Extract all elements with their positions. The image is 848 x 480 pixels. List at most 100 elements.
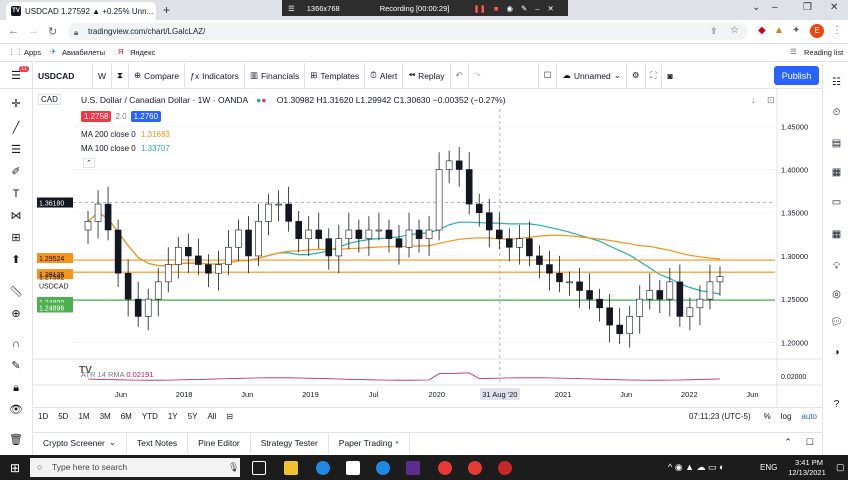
zoom-in-icon[interactable]: ⊕ bbox=[8, 307, 24, 321]
range-6m[interactable]: 6M bbox=[116, 412, 137, 421]
lock-drawings-icon[interactable]: 🔒︎ bbox=[8, 381, 24, 395]
data-window-icon[interactable]: ▤ bbox=[830, 138, 843, 150]
range-3m[interactable]: 3M bbox=[95, 412, 116, 421]
chat-icon[interactable]: 💬︎ bbox=[830, 317, 843, 329]
sell-button[interactable]: 1.2758 bbox=[81, 111, 112, 122]
kebab-menu-icon[interactable]: ⋮ bbox=[832, 25, 842, 36]
date-range-icon[interactable]: ⊟ bbox=[221, 412, 238, 421]
close-window-icon[interactable]: ✕ bbox=[830, 2, 838, 13]
back-icon[interactable]: ← bbox=[8, 25, 19, 37]
chrome-icon[interactable] bbox=[438, 461, 452, 475]
restore-icon[interactable]: ❐ bbox=[803, 2, 812, 13]
snapshot-button[interactable]: ◙ bbox=[662, 63, 677, 89]
trash-icon[interactable]: 🗑︎ bbox=[8, 433, 24, 447]
clock-date[interactable]: 12/13/2021 bbox=[782, 468, 832, 477]
compare-button[interactable]: ⊕ Compare bbox=[129, 62, 186, 89]
templates-button[interactable]: ⊞ Templates bbox=[305, 62, 366, 89]
news-icon[interactable]: ▦ bbox=[830, 167, 843, 179]
percent-toggle[interactable]: % bbox=[759, 412, 776, 421]
edge-icon[interactable] bbox=[316, 461, 330, 475]
tab-paper-trading[interactable]: Paper Trading ● bbox=[329, 432, 410, 453]
magnet-icon[interactable]: ∩ bbox=[8, 337, 24, 351]
indicators-button[interactable]: ƒx Indicators bbox=[185, 62, 245, 89]
tab-text-notes[interactable]: Text Notes bbox=[127, 432, 189, 453]
settings-button[interactable]: ⚙ bbox=[627, 62, 646, 89]
close-recorder-icon[interactable]: ✕ bbox=[547, 4, 553, 13]
symbol-search[interactable]: USDCAD bbox=[33, 62, 93, 89]
language-indicator[interactable]: ENG bbox=[760, 463, 777, 472]
pencil-lock-icon[interactable]: ✎ bbox=[8, 359, 24, 373]
recorder-app-icon[interactable] bbox=[498, 461, 512, 475]
alert-button[interactable]: ⏰︎ Alert bbox=[365, 62, 404, 89]
range-5d[interactable]: 5D bbox=[53, 412, 73, 421]
scroll-down-icon[interactable]: ↓ bbox=[751, 95, 756, 105]
tab-pine-editor[interactable]: Pine Editor bbox=[188, 432, 251, 453]
streams-icon[interactable]: ◎ bbox=[830, 289, 843, 301]
minimize-icon[interactable]: – bbox=[772, 2, 778, 13]
windows-start-icon[interactable]: ⊞ bbox=[10, 461, 20, 475]
tab-strategy-tester[interactable]: Strategy Tester bbox=[251, 432, 329, 453]
bookmark-star-icon[interactable]: ☆ bbox=[730, 25, 739, 36]
layout-name-button[interactable]: ☁ Unnamed ⌄ bbox=[557, 62, 627, 89]
metamask-icon[interactable]: ▲ bbox=[774, 25, 784, 36]
lock-icon[interactable]: 🔒︎ bbox=[74, 28, 78, 38]
share-icon[interactable]: ⇪ bbox=[710, 26, 718, 37]
maximize-panel-icon[interactable]: ☐ bbox=[806, 437, 814, 448]
chart-type-button[interactable]: ⧗ bbox=[112, 62, 129, 89]
alerts-clock-icon[interactable]: ⏲ bbox=[830, 107, 843, 119]
pause-icon[interactable]: ❚❚ bbox=[473, 4, 486, 13]
stop-icon[interactable]: ■ bbox=[494, 4, 499, 13]
range-1y[interactable]: 1Y bbox=[163, 412, 183, 421]
calendar-icon[interactable]: ▦ bbox=[830, 229, 843, 241]
main-menu-button[interactable]: ☰ 11 bbox=[0, 62, 33, 89]
range-5y[interactable]: 5Y bbox=[183, 412, 203, 421]
currency-selector[interactable]: CAD bbox=[38, 94, 61, 105]
reload-icon[interactable]: ↻ bbox=[48, 25, 57, 38]
taskbar-search[interactable]: Type here to search bbox=[30, 458, 240, 477]
lightbulb-icon[interactable]: 💡︎ bbox=[830, 261, 843, 273]
bookmark-aviabilety[interactable]: Авиабилеты bbox=[62, 48, 105, 57]
bookmark-yandex[interactable]: Яндекс bbox=[130, 48, 155, 57]
notifications-icon[interactable]: ◑ bbox=[830, 347, 843, 359]
task-view-icon[interactable] bbox=[252, 461, 266, 475]
profile-avatar[interactable]: E bbox=[810, 24, 824, 38]
browser-tab[interactable]: TV USDCAD 1.27592 ▲ +0.25% Unn... ✕ bbox=[6, 2, 156, 20]
clock-time-taskbar[interactable]: 3:41 PM bbox=[789, 458, 829, 467]
notifications-center-icon[interactable]: ▢ bbox=[836, 462, 845, 473]
file-explorer-icon[interactable] bbox=[284, 461, 298, 475]
brush-icon[interactable]: ✐ bbox=[8, 165, 24, 179]
range-1m[interactable]: 1M bbox=[73, 412, 94, 421]
camera-icon[interactable]: ◉ bbox=[506, 4, 513, 13]
media-player-icon[interactable] bbox=[406, 461, 420, 475]
tab-crypto-screener[interactable]: Crypto Screener ⌄ bbox=[33, 432, 128, 453]
pattern-icon[interactable]: ⋈ bbox=[8, 209, 24, 223]
range-all[interactable]: All bbox=[202, 412, 221, 421]
text-tool-icon[interactable]: T bbox=[8, 187, 24, 201]
chart-pane[interactable]: 1.45000 1.40000 1.35000 1.30000 1.25000 1.200… bbox=[33, 89, 822, 407]
store-icon[interactable] bbox=[346, 461, 360, 475]
puzzle-icon[interactable]: ✦ bbox=[792, 25, 800, 36]
auto-toggle[interactable]: auto bbox=[796, 412, 822, 421]
horizontal-lines-icon[interactable]: ☰ bbox=[8, 143, 24, 157]
undo-button[interactable]: ↶ bbox=[451, 62, 469, 89]
publish-button[interactable]: Publish bbox=[774, 66, 819, 85]
bookmark-apps[interactable]: Apps bbox=[24, 48, 41, 57]
microphone-icon[interactable]: 🎙︎ bbox=[228, 462, 239, 473]
pen-icon[interactable]: ✎ bbox=[521, 4, 527, 13]
maximize-pane-icon[interactable]: ⊡ bbox=[767, 95, 775, 106]
reading-list[interactable]: Reading list bbox=[804, 48, 843, 57]
range-1d[interactable]: 1D bbox=[33, 412, 53, 421]
redo-button[interactable]: ↷ bbox=[469, 63, 486, 89]
edge-new-icon[interactable] bbox=[376, 461, 390, 475]
financials-button[interactable]: ▥ Financials bbox=[245, 62, 306, 89]
replay-button[interactable]: ⏪︎ Replay bbox=[403, 62, 451, 89]
arrow-up-icon[interactable]: ⬆ bbox=[8, 253, 24, 267]
ma100-legend[interactable]: MA 100 close 0 1.33707 bbox=[81, 144, 170, 153]
chrome-active-icon[interactable] bbox=[468, 461, 482, 475]
log-toggle[interactable]: log bbox=[776, 412, 797, 421]
collapse-panel-icon[interactable]: ⌃ bbox=[784, 437, 792, 448]
layout-button[interactable]: ☐ bbox=[537, 62, 558, 89]
forecast-icon[interactable]: ⊞ bbox=[8, 231, 24, 245]
minimize-recorder-icon[interactable]: – bbox=[535, 4, 539, 13]
fullscreen-button[interactable]: ⛶ bbox=[646, 62, 663, 89]
